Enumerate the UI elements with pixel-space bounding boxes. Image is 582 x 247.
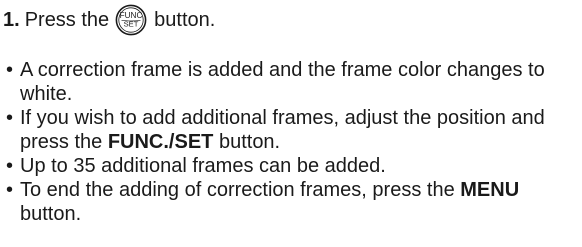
bullet-text: If you wish to add additional frames, ad… <box>20 107 545 129</box>
bullet-dot: • <box>6 59 14 81</box>
func-set-button-name: FUNC./SET <box>107 131 214 153</box>
bullet-dot: • <box>6 107 14 129</box>
bullet-text: A correction frame is added and the fram… <box>20 59 545 81</box>
bullet-item: • If you wish to add additional frames, … <box>6 106 582 154</box>
menu-button-name: MENU <box>460 179 520 201</box>
bullet-dot: • <box>6 179 14 201</box>
bullet-text: button. <box>218 131 281 153</box>
bullet-text: Up to 35 additional frames can be added. <box>20 155 386 177</box>
step-text-after: button. <box>154 9 216 31</box>
step-text-before: Press the <box>24 9 110 31</box>
bullet-text: button. <box>20 203 82 225</box>
bullet-item: • To end the adding of correction frames… <box>6 178 582 226</box>
bullet-dot: • <box>6 155 14 177</box>
step-1: 1. Press the FUNC SET button. <box>3 3 215 37</box>
bullet-text: To end the adding of correction frames, … <box>20 179 455 201</box>
bullet-text: white. <box>20 83 73 105</box>
func-set-button-icon: FUNC SET <box>115 4 147 36</box>
bullet-list: • A correction frame is added and the fr… <box>6 58 582 226</box>
step-number: 1. <box>3 9 20 31</box>
bullet-item: • Up to 35 additional frames can be adde… <box>6 154 582 178</box>
bullet-item: • A correction frame is added and the fr… <box>6 58 582 106</box>
bullet-text: press the <box>20 131 103 153</box>
manual-page: 1. Press the FUNC SET button. • A correc… <box>0 0 582 247</box>
